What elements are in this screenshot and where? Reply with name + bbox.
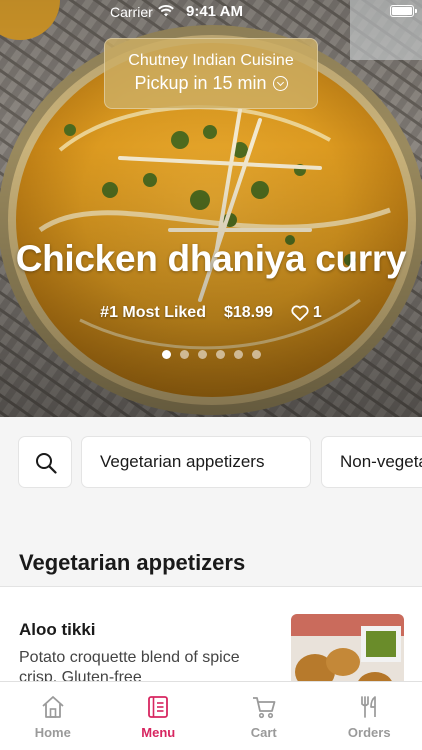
tab-label: Menu: [141, 725, 176, 740]
carousel-dot[interactable]: [233, 350, 243, 359]
aloo-tikki-photo: [291, 614, 404, 687]
heart-icon: [291, 305, 309, 321]
restaurant-pickup-selector[interactable]: Chutney Indian Cuisine Pickup in 15 min: [104, 38, 318, 109]
tab-cart[interactable]: Cart: [211, 682, 317, 750]
pickup-time: Pickup in 15 min: [134, 73, 267, 93]
featured-dish-title: Chicken dhaniya curry: [15, 238, 407, 279]
chevron-down-circle-icon: [272, 76, 288, 91]
featured-hero[interactable]: Carrier 9:41 AM Chutney Indian Cuisine P…: [0, 0, 422, 417]
featured-dish-meta: #1 Most Liked $18.99 1: [0, 304, 422, 322]
tab-label: Cart: [250, 725, 277, 740]
battery-icon: [390, 5, 417, 17]
carousel-dots[interactable]: [0, 350, 422, 359]
tab-label: Orders: [347, 725, 391, 740]
clock: 9:41 AM: [186, 3, 243, 20]
carousel-dot[interactable]: [197, 350, 207, 359]
search-icon: [36, 453, 57, 474]
search-button[interactable]: [18, 436, 72, 488]
like-count: 1: [312, 304, 322, 321]
like-button[interactable]: 1: [291, 304, 322, 322]
carousel-dot[interactable]: [215, 350, 225, 359]
status-bar: Carrier 9:41 AM: [0, 0, 422, 24]
carousel-dot[interactable]: [161, 350, 171, 359]
menu-item-name: Aloo tikki: [19, 620, 96, 639]
category-chip-non-vegetarian-appetizers[interactable]: Non-vegetarian appetizers: [321, 436, 422, 488]
category-chip-vegetarian-appetizers[interactable]: Vegetarian appetizers: [81, 436, 311, 488]
wifi-icon: [158, 5, 174, 17]
tab-home[interactable]: Home: [0, 682, 106, 750]
category-bar: Vegetarian appetizers Non-vegetarian app…: [0, 417, 422, 507]
tab-label: Home: [34, 725, 71, 740]
orders-icon: [361, 696, 377, 718]
home-icon: [42, 696, 64, 718]
pickup-row: Pickup in 15 min: [105, 73, 317, 94]
menu-item[interactable]: Aloo tikki Potato croquette blend of spi…: [0, 587, 422, 687]
menu-icon: [148, 696, 169, 718]
section-title: Vegetarian appetizers: [19, 550, 246, 575]
bottom-tab-bar: Home Menu Cart Orders: [0, 681, 422, 750]
tab-orders[interactable]: Orders: [317, 682, 422, 750]
rank-badge: #1 Most Liked: [100, 304, 206, 321]
featured-price: $18.99: [223, 304, 273, 321]
carousel-dot[interactable]: [179, 350, 189, 359]
carousel-dot[interactable]: [251, 350, 261, 359]
tab-menu[interactable]: Menu: [106, 682, 212, 750]
carrier-label: Carrier: [110, 4, 153, 20]
restaurant-name: Chutney Indian Cuisine: [128, 52, 294, 69]
cart-icon: [252, 697, 276, 719]
